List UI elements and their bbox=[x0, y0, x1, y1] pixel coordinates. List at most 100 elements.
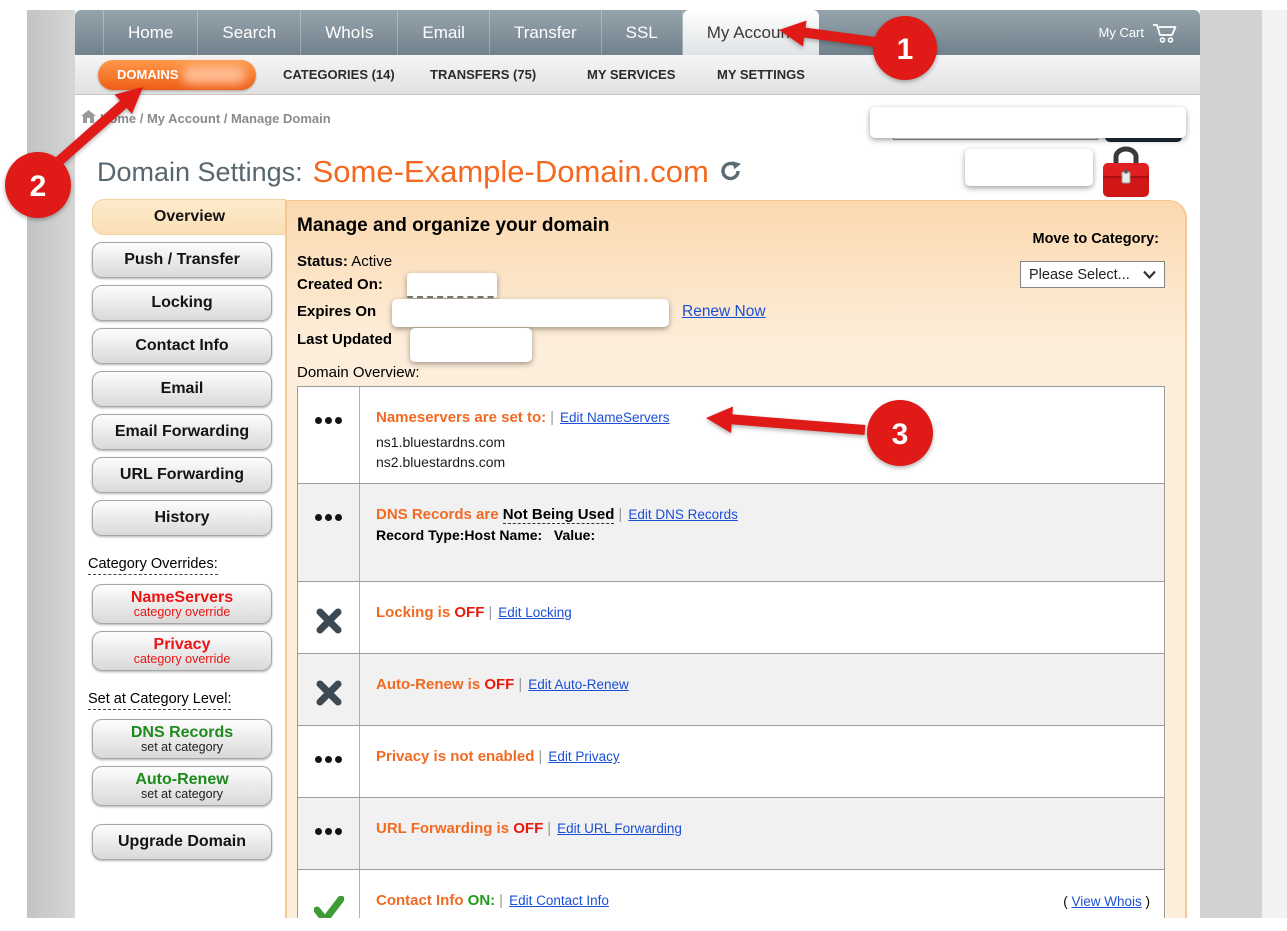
renew-now-line: Renew Now bbox=[682, 303, 766, 321]
edit-nameservers-link[interactable]: Edit NameServers bbox=[560, 410, 670, 425]
renew-now-link[interactable]: Renew Now bbox=[682, 303, 766, 320]
dots-icon bbox=[298, 387, 360, 483]
table-row-url-forwarding: URL Forwarding is OFF|Edit URL Forwardin… bbox=[298, 798, 1164, 870]
sidebar-item-label: Email bbox=[95, 380, 269, 398]
page: HomeSearchWhoIsEmailTransferSSLMy Accoun… bbox=[75, 10, 1200, 918]
breadcrumb[interactable]: Home / My Account / Manage Domain bbox=[100, 111, 331, 126]
row-title: Locking is OFF|Edit Locking bbox=[376, 604, 1148, 621]
subnav-domains[interactable]: DOMAINS bbox=[98, 60, 256, 90]
row-title-segment: URL Forwarding is bbox=[376, 820, 513, 837]
domain-overview-table: Nameservers are set to:|Edit NameServers… bbox=[297, 386, 1165, 918]
screenshot-canvas: HomeSearchWhoIsEmailTransferSSLMy Accoun… bbox=[0, 0, 1287, 931]
dots-icon bbox=[298, 726, 360, 797]
tab-ssl[interactable]: SSL bbox=[602, 10, 683, 55]
edit-dns-records-link[interactable]: Edit DNS Records bbox=[628, 507, 738, 522]
row-title-segment: Privacy is not enabled bbox=[376, 748, 534, 765]
refresh-icon[interactable] bbox=[719, 160, 743, 184]
tab-search[interactable]: Search bbox=[198, 10, 301, 55]
bottom-margin bbox=[0, 918, 1287, 931]
page-title-domain: Some-Example-Domain.com bbox=[313, 154, 709, 190]
sidebar-item-label: History bbox=[95, 509, 269, 527]
tab-transfer[interactable]: Transfer bbox=[490, 10, 602, 55]
subnav-categories-14[interactable]: CATEGORIES (14) bbox=[283, 55, 395, 95]
edit-privacy-link[interactable]: Edit Privacy bbox=[548, 749, 619, 764]
row-body: Contact Info ON:|Edit Contact Info( View… bbox=[360, 870, 1164, 918]
sidebar-item-sublabel: category override bbox=[95, 605, 269, 619]
status-line: Status: Active bbox=[297, 253, 392, 270]
edit-contact-info-link[interactable]: Edit Contact Info bbox=[509, 893, 609, 908]
left-gutter bbox=[27, 8, 75, 918]
x-icon bbox=[298, 654, 360, 725]
row-title: Auto-Renew is OFF|Edit Auto-Renew bbox=[376, 676, 1148, 693]
sidebar-item-push-transfer[interactable]: Push / Transfer bbox=[92, 242, 272, 278]
sidebar-item-contact-info[interactable]: Contact Info bbox=[92, 328, 272, 364]
row-title-segment: Contact Info bbox=[376, 892, 468, 909]
separator: | bbox=[484, 604, 498, 621]
nameserver-entry: ns2.bluestardns.com bbox=[376, 452, 1148, 472]
home-icon bbox=[81, 110, 96, 124]
sidebar-item-email[interactable]: Email bbox=[92, 371, 272, 407]
row-title: DNS Records are Not Being Used|Edit DNS … bbox=[376, 506, 1148, 523]
sidebar-item-label: Upgrade Domain bbox=[95, 833, 269, 851]
status-value: Active bbox=[351, 253, 392, 270]
nameserver-list: ns1.bluestardns.comns2.bluestardns.com bbox=[376, 432, 1148, 472]
my-cart-label: My Cart bbox=[1099, 25, 1145, 40]
row-title-segment: Auto-Renew is bbox=[376, 676, 484, 693]
sidebar-item-nameservers[interactable]: NameServerscategory override bbox=[92, 584, 272, 624]
tab-whois[interactable]: WhoIs bbox=[301, 10, 398, 55]
paren: ) bbox=[1142, 894, 1150, 909]
domain-overview-label: Domain Overview: bbox=[297, 364, 420, 381]
sidebar-item-url-forwarding[interactable]: URL Forwarding bbox=[92, 457, 272, 493]
separator: | bbox=[543, 820, 557, 837]
last-updated-line: Last Updated bbox=[297, 331, 392, 348]
row-title-segment: OFF bbox=[513, 820, 543, 837]
dots-icon bbox=[298, 484, 360, 581]
sidebar-item-label: Push / Transfer bbox=[95, 251, 269, 269]
edit-url-forwarding-link[interactable]: Edit URL Forwarding bbox=[557, 821, 682, 836]
edit-auto-renew-link[interactable]: Edit Auto-Renew bbox=[528, 677, 629, 692]
sidebar-item-dns-records[interactable]: DNS Recordsset at category bbox=[92, 719, 272, 759]
tab-email[interactable]: Email bbox=[398, 10, 490, 55]
subnav-my-services[interactable]: MY SERVICES bbox=[587, 55, 675, 95]
sidebar-item-overview[interactable]: Overview bbox=[92, 199, 286, 235]
sidebar: Overview Push / Transfer Locking Contact In… bbox=[88, 199, 293, 867]
expires-line: Expires On bbox=[297, 303, 376, 320]
page-title-prefix: Domain Settings: bbox=[97, 157, 303, 188]
table-row-privacy: Privacy is not enabled|Edit Privacy bbox=[298, 726, 1164, 798]
sub-navigation: DOMAINS CATEGORIES (14) TRANSFERS (75) MY S… bbox=[75, 55, 1200, 95]
sidebar-item-history[interactable]: History bbox=[92, 500, 272, 536]
row-body: URL Forwarding is OFF|Edit URL Forwardin… bbox=[360, 798, 1164, 869]
view-whois-link[interactable]: View Whois bbox=[1071, 894, 1141, 909]
sidebar-item-label: Overview bbox=[95, 208, 284, 226]
sidebar-item-locking[interactable]: Locking bbox=[92, 285, 272, 321]
row-body: Locking is OFF|Edit Locking bbox=[360, 582, 1164, 653]
created-line: Created On: bbox=[297, 276, 383, 293]
category-select[interactable]: Please Select... bbox=[1020, 261, 1165, 288]
my-cart-button[interactable]: My Cart bbox=[1099, 10, 1179, 55]
subnav-transfers-75[interactable]: TRANSFERS (75) bbox=[430, 55, 536, 95]
tab-my-account[interactable]: My Account bbox=[683, 10, 819, 55]
sidebar-item-privacy[interactable]: Privacycategory override bbox=[92, 631, 272, 671]
row-title-segment: Locking is bbox=[376, 604, 454, 621]
table-row-locking: Locking is OFF|Edit Locking bbox=[298, 582, 1164, 654]
separator: | bbox=[514, 676, 528, 693]
sidebar-item-sublabel: set at category bbox=[95, 787, 269, 801]
chevron-down-icon bbox=[1143, 270, 1156, 279]
category-select-value: Please Select... bbox=[1029, 267, 1130, 283]
status-label: Status: bbox=[297, 253, 348, 270]
subnav-my-settings[interactable]: MY SETTINGS bbox=[717, 55, 805, 95]
table-row-dns-records: DNS Records are Not Being Used|Edit DNS … bbox=[298, 484, 1164, 582]
top-margin bbox=[0, 0, 1287, 10]
sidebar-item-upgrade-domain[interactable]: Upgrade Domain bbox=[92, 824, 272, 860]
edit-locking-link[interactable]: Edit Locking bbox=[498, 605, 572, 620]
toolbox-icon[interactable] bbox=[1101, 145, 1151, 200]
right-edge bbox=[1262, 0, 1287, 931]
move-to-category-label: Move to Category: bbox=[1033, 231, 1160, 247]
table-row-auto-renew: Auto-Renew is OFF|Edit Auto-Renew bbox=[298, 654, 1164, 726]
sidebar-item-label: URL Forwarding bbox=[95, 466, 269, 484]
sidebar-item-email-forwarding[interactable]: Email Forwarding bbox=[92, 414, 272, 450]
sidebar-item-auto-renew[interactable]: Auto-Renewset at category bbox=[92, 766, 272, 806]
row-title-segment: OFF bbox=[454, 604, 484, 621]
row-body: DNS Records are Not Being Used|Edit DNS … bbox=[360, 484, 1164, 581]
tab-home[interactable]: Home bbox=[103, 10, 198, 55]
